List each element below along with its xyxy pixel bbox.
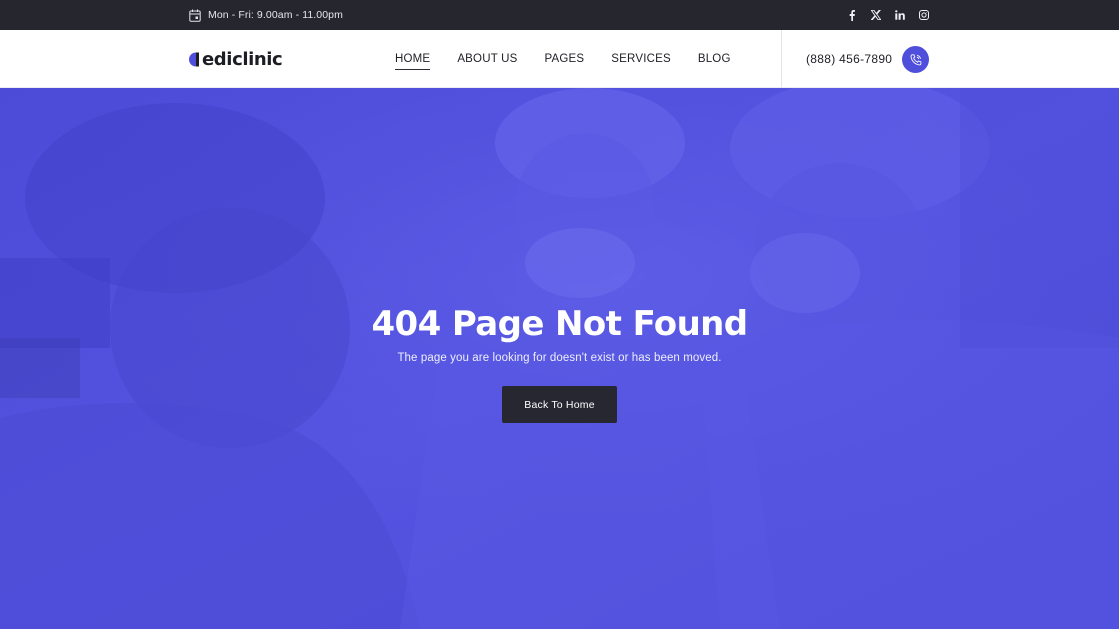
nav-item-about-us[interactable]: ABOUT US bbox=[457, 30, 517, 88]
phone-number[interactable]: (888) 456-7890 bbox=[806, 30, 892, 88]
hero-404: 404 Page Not Found The page you are look… bbox=[0, 88, 1119, 629]
opening-hours: Mon - Fri: 9.00am - 11.00pm bbox=[189, 7, 343, 23]
facebook-icon[interactable] bbox=[847, 8, 857, 22]
nav-item-home[interactable]: HOME bbox=[395, 30, 431, 88]
phone-call-button[interactable] bbox=[902, 46, 929, 73]
logo[interactable]: ediclinic bbox=[189, 48, 283, 70]
main-nav: HOME ABOUT US PAGES SERVICES BLOG bbox=[395, 30, 731, 88]
linkedin-icon[interactable] bbox=[895, 8, 905, 22]
phone-icon bbox=[910, 53, 921, 65]
page-subtitle: The page you are looking for doesn't exi… bbox=[397, 352, 722, 364]
nav-item-pages[interactable]: PAGES bbox=[545, 30, 585, 88]
opening-hours-text: Mon - Fri: 9.00am - 11.00pm bbox=[208, 9, 343, 21]
x-twitter-icon[interactable] bbox=[871, 8, 881, 22]
logo-text: ediclinic bbox=[202, 48, 283, 70]
site-header: ediclinic HOME ABOUT US PAGES SERVICES B… bbox=[0, 30, 1119, 88]
back-to-home-button[interactable]: Back To Home bbox=[502, 386, 617, 423]
nav-item-blog[interactable]: BLOG bbox=[698, 30, 731, 88]
calendar-icon bbox=[189, 9, 201, 22]
nav-item-services[interactable]: SERVICES bbox=[611, 30, 671, 88]
instagram-icon[interactable] bbox=[919, 8, 929, 22]
page-title: 404 Page Not Found bbox=[371, 304, 748, 344]
logo-mark-icon bbox=[189, 52, 199, 66]
header-divider bbox=[781, 30, 782, 88]
social-links bbox=[847, 7, 929, 23]
top-info-bar: Mon - Fri: 9.00am - 11.00pm bbox=[0, 0, 1119, 30]
